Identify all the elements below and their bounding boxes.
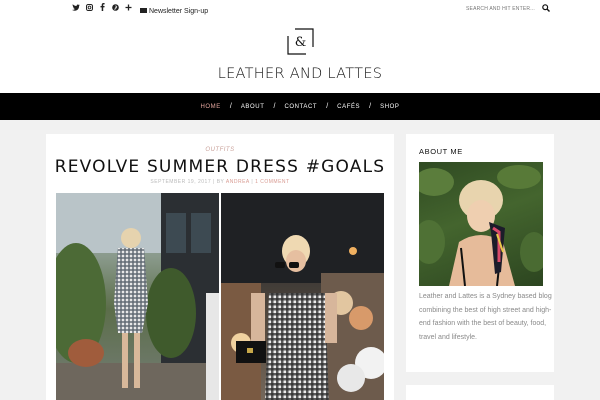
- nav-item-contact[interactable]: CONTACT: [275, 104, 326, 110]
- pinterest-icon[interactable]: [111, 3, 119, 13]
- logo-ampersand: &: [295, 35, 307, 50]
- facebook-icon[interactable]: [98, 3, 106, 13]
- envelope-icon: [140, 8, 147, 13]
- sidebar-widget-next: [406, 385, 554, 400]
- site-title[interactable]: LEATHER AND LATTES: [0, 66, 600, 82]
- sidebar-about-widget: ABOUT ME Leather and Lattes is a Sydney …: [406, 134, 554, 372]
- newsletter-label: Newsletter Sign-up: [149, 8, 209, 15]
- post-by: BY: [216, 179, 225, 185]
- meta-separator: |: [251, 179, 254, 185]
- post-meta: SEPTEMBER 19, 2017 | BY ANDREA | 1 COMME…: [46, 179, 394, 185]
- instagram-icon[interactable]: [85, 3, 93, 13]
- newsletter-signup-link[interactable]: Newsletter Sign-up: [140, 4, 212, 19]
- post-category[interactable]: OUTFITS: [46, 147, 394, 153]
- post-image-right[interactable]: [221, 193, 384, 400]
- about-text: Leather and Lattes is a Sydney based blo…: [419, 293, 552, 342]
- nav-item-shop[interactable]: SHOP: [371, 104, 408, 110]
- top-bar: Newsletter Sign-up & LEATHER AND LATTES: [0, 0, 600, 93]
- twitter-icon[interactable]: [72, 3, 80, 13]
- plus-icon[interactable]: [124, 4, 132, 13]
- post-card: OUTFITS REVOLVE SUMMER DRESS #GOALS SEPT…: [46, 134, 394, 400]
- post-author[interactable]: ANDREA: [226, 179, 250, 185]
- social-links: [72, 3, 132, 13]
- main-nav: HOME / ABOUT / CONTACT / CAFÉS / SHOP: [0, 93, 600, 120]
- about-photo: [419, 162, 543, 286]
- post-title[interactable]: REVOLVE SUMMER DRESS #GOALS: [46, 157, 394, 177]
- nav-item-cafes[interactable]: CAFÉS: [328, 104, 369, 110]
- meta-separator: |: [213, 179, 215, 185]
- search-input[interactable]: [466, 3, 538, 15]
- nav-item-home[interactable]: HOME: [191, 104, 229, 110]
- post-date: SEPTEMBER 19, 2017: [150, 179, 212, 185]
- logo-icon[interactable]: &: [287, 28, 314, 55]
- post-image-left[interactable]: [56, 193, 219, 400]
- post-comments-link[interactable]: 1 COMMENT: [255, 179, 290, 185]
- search-icon[interactable]: [542, 4, 550, 12]
- about-title: ABOUT ME: [419, 147, 463, 156]
- nav-item-about[interactable]: ABOUT: [232, 104, 274, 110]
